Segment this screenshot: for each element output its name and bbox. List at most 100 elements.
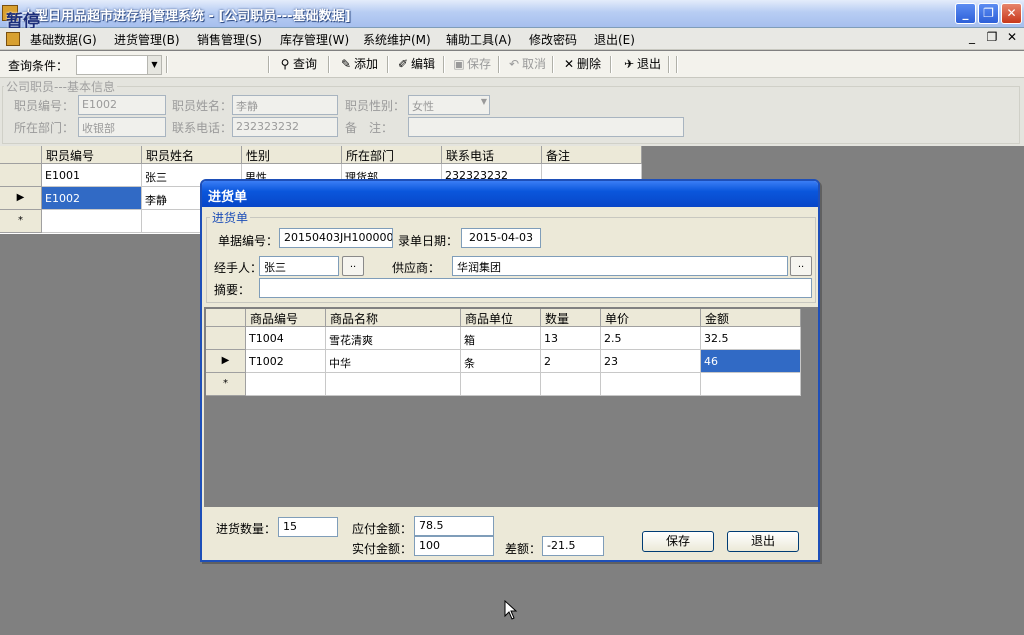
save-toolbar-button[interactable]: ▣ 保存 [450,55,491,75]
minimize-button[interactable]: _ [955,3,976,24]
table-cell[interactable]: E1001 [42,164,142,187]
supplier-label: 供应商： [392,261,441,275]
current-row-marker[interactable]: ▶ [206,350,246,373]
row-header[interactable] [206,327,246,350]
grid-header-remark[interactable]: 备注 [542,146,642,164]
handler-browse-button[interactable]: .. [342,256,364,276]
delete-button[interactable]: ✕ 删除 [560,55,601,75]
handler-field[interactable]: 张三 [259,256,339,276]
doc-no-field[interactable]: 20150403JH1000004 [279,228,393,248]
mdi-close-button[interactable]: ✕ [1004,30,1020,44]
table-cell[interactable]: T1002 [246,350,326,373]
staff-phone-field[interactable]: 232323232 [232,117,338,137]
menu-change-password[interactable]: 修改密码 [529,31,577,47]
grid-header-item-name[interactable]: 商品名称 [326,309,461,327]
new-row-marker[interactable]: * [206,373,246,396]
mouse-cursor-icon [504,600,518,620]
window-title: 大型日用品超市进存销管理系统 - [公司职员---基础数据] [22,9,351,24]
menu-sales[interactable]: 销售管理(S) [197,31,262,47]
payable-field[interactable]: 78.5 [414,516,494,536]
table-cell[interactable]: 2.5 [601,327,701,350]
grid-header-item-unit[interactable]: 商品单位 [461,309,541,327]
staff-info-group-title: 公司职员---基本信息 [4,78,117,95]
menu-purchase[interactable]: 进货管理(B) [114,31,180,47]
menu-inventory[interactable]: 库存管理(W) [280,31,349,47]
grid-header-quantity[interactable]: 数量 [541,309,601,327]
staff-dept-field[interactable]: 收银部 [78,117,166,137]
table-cell[interactable]: 32.5 [701,327,801,350]
edit-button-label: 编辑 [411,57,436,71]
table-cell[interactable]: 条 [461,350,541,373]
grid-header-phone[interactable]: 联系电话 [442,146,542,164]
table-cell[interactable]: 2 [541,350,601,373]
table-cell[interactable] [601,373,701,396]
maximize-button[interactable]: ❐ [978,3,999,24]
staff-sex-select[interactable]: 女性 ▼ [408,95,490,115]
table-cell[interactable] [326,373,461,396]
row-header[interactable] [0,164,42,187]
table-cell[interactable] [246,373,326,396]
query-condition-label: 查询条件： [8,59,69,73]
grid-header-amount[interactable]: 金额 [701,309,801,327]
table-cell[interactable] [701,373,801,396]
exit-toolbar-button[interactable]: ✈ 退出 [620,55,661,75]
current-row-marker[interactable]: ▶ [0,187,42,210]
table-cell[interactable]: T1004 [246,327,326,350]
new-row-marker[interactable]: * [0,210,42,233]
edit-button[interactable]: ✐ 编辑 [394,55,435,75]
supplier-field[interactable]: 华润集团 [452,256,788,276]
query-button[interactable]: ⚲ 查询 [276,55,317,75]
add-icon: ✎ [340,57,352,71]
table-cell[interactable]: 13 [541,327,601,350]
menu-tools[interactable]: 辅助工具(A) [446,31,512,47]
staff-remark-label: 备 注： [345,121,394,135]
paid-field[interactable]: 100 [414,536,494,556]
table-cell[interactable]: 雪花清爽 [326,327,461,350]
save-button[interactable]: 保存 [642,531,714,552]
staff-id-field[interactable]: E1002 [78,95,166,115]
dialog-title: 进货单 [202,181,818,207]
grid-header-item-id[interactable]: 商品编号 [246,309,326,327]
table-cell[interactable] [541,373,601,396]
toolbar-separator [676,56,678,73]
grid-header-sex[interactable]: 性别 [242,146,342,164]
staff-name-field[interactable]: 李静 [232,95,338,115]
supplier-browse-button[interactable]: .. [790,256,812,276]
grid-header-unit-price[interactable]: 单价 [601,309,701,327]
table-cell[interactable] [461,373,541,396]
toolbar-separator [328,56,330,73]
add-button[interactable]: ✎ 添加 [337,55,378,75]
menu-exit[interactable]: 退出(E) [594,31,635,47]
table-cell[interactable]: 46 [701,350,801,373]
date-label: 录单日期： [398,234,459,248]
grid-header-dept[interactable]: 所在部门 [342,146,442,164]
purchase-order-dialog: 进货单 进货单 单据编号： 20150403JH1000004 录单日期： 20… [200,179,820,562]
grid-header-staff-id[interactable]: 职员编号 [42,146,142,164]
table-cell[interactable] [42,210,142,233]
table-cell[interactable]: 中华 [326,350,461,373]
staff-name-label: 职员姓名： [172,99,233,113]
mdi-minimize-button[interactable]: _ [964,30,980,44]
table-cell[interactable]: 23 [601,350,701,373]
staff-remark-field[interactable] [408,117,684,137]
menu-basic-data[interactable]: 基础数据(G) [30,31,97,47]
menu-system[interactable]: 系统维护(M) [363,31,431,47]
binoculars-icon: ⚲ [280,57,290,71]
table-cell[interactable]: 箱 [461,327,541,350]
exit-button[interactable]: 退出 [727,531,799,552]
paid-label: 实付金额： [352,542,413,556]
query-condition-select[interactable]: ▼ [76,55,162,75]
chevron-down-icon[interactable]: ▼ [147,56,161,74]
qty-field[interactable]: 15 [278,517,338,537]
staff-info-area: 公司职员---基本信息 职员编号： E1002 职员姓名： 李静 职员性别： 女… [0,78,1024,146]
diff-field[interactable]: -21.5 [542,536,604,556]
mdi-restore-button[interactable]: ❐ [984,30,1000,44]
table-cell[interactable]: E1002 [42,187,142,210]
cancel-button[interactable]: ↶ 取消 [505,55,546,75]
date-field[interactable]: 2015-04-03 [461,228,541,248]
staff-dept-label: 所在部门： [14,121,75,135]
qty-label: 进货数量： [216,522,277,536]
close-button[interactable]: ✕ [1001,3,1022,24]
grid-header-staff-name[interactable]: 职员姓名 [142,146,242,164]
summary-field[interactable] [259,278,812,298]
